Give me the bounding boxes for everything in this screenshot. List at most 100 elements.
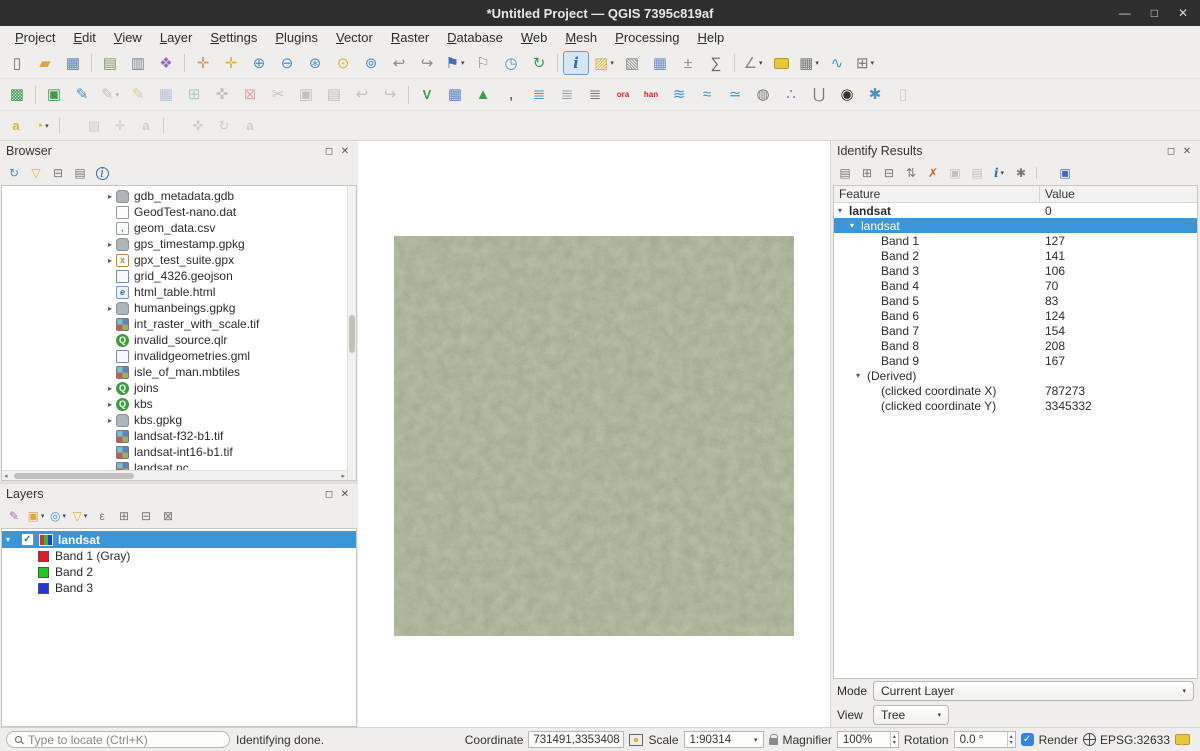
column-header-value[interactable]: Value (1040, 187, 1197, 201)
copy-features-icon[interactable]: ▣ (293, 83, 319, 107)
new-map-view-icon[interactable]: ⊞ ▾ (852, 51, 878, 75)
spin-down-icon[interactable]: ▾ (893, 740, 896, 746)
identify-result-row[interactable]: Band 5 83 (834, 293, 1197, 308)
zoom-to-layer-icon[interactable]: ⊚ (358, 51, 384, 75)
metasearch-icon[interactable]: ◉ (834, 83, 860, 107)
show-hide-labels-icon[interactable]: a (134, 116, 158, 136)
field-calculator-icon[interactable]: ± (675, 51, 701, 75)
menu-vector[interactable]: Vector (327, 28, 382, 47)
scrollbar-thumb[interactable] (14, 473, 134, 479)
statistical-summary-icon[interactable]: ∑ (703, 51, 729, 75)
menu-project[interactable]: Project (6, 28, 64, 47)
menu-database[interactable]: Database (438, 28, 512, 47)
locate-input[interactable]: Type to locate (Ctrl+K) (6, 731, 230, 748)
identify-result-row[interactable]: Band 1 127 (834, 233, 1197, 248)
new-geopackage-layer-icon[interactable]: ▣ (41, 83, 67, 107)
move-feature-icon[interactable]: ✜ (209, 83, 235, 107)
zoom-last-icon[interactable]: ↩ (386, 51, 412, 75)
coordinate-input[interactable]: 731491,3353408 (528, 731, 624, 748)
zoom-next-icon[interactable]: ↪ (414, 51, 440, 75)
menu-help[interactable]: Help (688, 28, 733, 47)
select-features-icon[interactable]: ▨ ▾ (591, 51, 617, 75)
refresh-browser-icon[interactable]: ↻ (4, 163, 24, 183)
expand-icon[interactable]: ▾ (6, 535, 16, 544)
spin-buttons[interactable]: ▴ ▾ (890, 732, 898, 747)
refresh-map-icon[interactable]: ↻ (526, 51, 552, 75)
add-wms-wmts-layer-icon[interactable]: ≋ (666, 83, 692, 107)
print-response-icon[interactable]: ▤ (967, 163, 987, 183)
pan-map-icon[interactable]: ✛ (190, 51, 216, 75)
elevation-profile-icon[interactable]: ∿ (824, 51, 850, 75)
add-mssql-layer-icon[interactable]: ≣ (582, 83, 608, 107)
identify-result-row[interactable]: Band 7 154 (834, 323, 1197, 338)
menu-view[interactable]: View (105, 28, 151, 47)
add-wcs-layer-icon[interactable]: ≈ (694, 83, 720, 107)
layer-visibility-checkbox[interactable]: ✓ (21, 533, 34, 546)
cut-features-icon[interactable]: ✂ (265, 83, 291, 107)
add-hana-layer-icon[interactable]: han (638, 83, 664, 107)
show-layout-manager-icon[interactable]: ▥ (125, 51, 151, 75)
browser-item[interactable]: GeodTest-nano.dat (2, 204, 347, 220)
expand-new-results-icon[interactable]: ⇅ (901, 163, 921, 183)
properties-widget-icon[interactable]: ▤ (70, 163, 90, 183)
identify-features-icon[interactable]: i (563, 51, 589, 75)
add-point-cloud-layer-icon[interactable]: ∴ (778, 83, 804, 107)
save-project-icon[interactable]: ▦ (60, 51, 86, 75)
identify-mode-select[interactable]: Current Layer ▾ (873, 681, 1194, 701)
scrollbar-thumb[interactable] (349, 315, 355, 353)
browser-item[interactable]: ▸ gps_timestamp.gpkg (2, 236, 347, 252)
map-tips-icon[interactable] (768, 51, 794, 75)
log-messages-icon[interactable] (1175, 734, 1190, 745)
manage-map-themes-icon[interactable]: ◎ ▾ (48, 506, 68, 526)
browser-hscrollbar[interactable]: ◂ ▸ (2, 470, 347, 480)
spin-down-icon[interactable]: ▾ (1010, 740, 1013, 746)
pan-to-selection-icon[interactable]: ✛ (218, 51, 244, 75)
menu-layer[interactable]: Layer (151, 28, 202, 47)
menu-mesh[interactable]: Mesh (556, 28, 606, 47)
delete-selected-icon[interactable]: ⊠ (237, 83, 263, 107)
add-oracle-layer-icon[interactable]: ora (610, 83, 636, 107)
browser-item[interactable]: ▸ gdb_metadata.gdb (2, 188, 347, 204)
float-panel-icon[interactable]: ◻ (322, 489, 336, 500)
layer-item-landsat[interactable]: ▾ ✓ landsat (2, 531, 356, 548)
expand-all-layers-icon[interactable]: ⊞ (114, 506, 134, 526)
browser-item[interactable]: , geom_data.csv (2, 220, 347, 236)
paste-features-icon[interactable]: ▤ (321, 83, 347, 107)
crs-status-button[interactable]: EPSG:32633 (1083, 733, 1170, 747)
measure-icon[interactable]: ∠ ▾ (740, 51, 766, 75)
copy-feature-icon[interactable]: ▣ (945, 163, 965, 183)
magnifier-spinbox[interactable]: 100% ▴ ▾ (837, 731, 899, 748)
browser-item[interactable]: grid_4326.geojson (2, 268, 347, 284)
close-panel-icon[interactable]: ✕ (1180, 146, 1194, 157)
browser-vscrollbar[interactable] (347, 186, 356, 480)
lock-scale-icon[interactable] (769, 738, 778, 745)
current-edits-icon[interactable]: ✎ ▾ (97, 83, 123, 107)
collapse-tree-icon[interactable]: ⊟ (879, 163, 899, 183)
show-spatial-bookmarks-icon[interactable]: ⚐ (470, 51, 496, 75)
add-wfs-layer-icon[interactable]: ≃ (722, 83, 748, 107)
zoom-to-selection-icon[interactable]: ⊙ (330, 51, 356, 75)
deselect-features-icon[interactable]: ▧ (619, 51, 645, 75)
zoom-full-icon[interactable]: ⊛ (302, 51, 328, 75)
browser-item[interactable]: int_raster_with_scale.tif (2, 316, 347, 332)
add-arcgis-rest-layer-icon[interactable]: ◍ (750, 83, 776, 107)
browser-item[interactable]: ▸ humanbeings.gpkg (2, 300, 347, 316)
highlight-unplaced-labels-icon[interactable]: ▨ (82, 116, 106, 136)
add-group-icon[interactable]: ▣ ▾ (26, 506, 46, 526)
menu-settings[interactable]: Settings (201, 28, 266, 47)
browser-item[interactable]: landsat-f32-b1.tif (2, 428, 347, 444)
save-layer-edits-icon[interactable]: ▦ (153, 83, 179, 107)
add-feature-icon[interactable]: ⊞ (181, 83, 207, 107)
add-virtual-layer-icon[interactable]: ⋃ (806, 83, 832, 107)
browser-item[interactable]: ▸ Q joins (2, 380, 347, 396)
browser-item[interactable]: ▸ Q kbs (2, 396, 347, 412)
minimize-button[interactable]: — (1119, 6, 1131, 20)
identify-result-row[interactable]: ▾ landsat (834, 218, 1197, 233)
render-checkbox[interactable]: ✓ (1021, 733, 1034, 746)
menu-edit[interactable]: Edit (64, 28, 104, 47)
menu-raster[interactable]: Raster (382, 28, 438, 47)
close-panel-icon[interactable]: ✕ (338, 489, 352, 500)
layer-band-item[interactable]: Band 3 (2, 580, 356, 596)
identify-result-row[interactable]: Band 4 70 (834, 278, 1197, 293)
open-project-icon[interactable]: ▰ (32, 51, 58, 75)
